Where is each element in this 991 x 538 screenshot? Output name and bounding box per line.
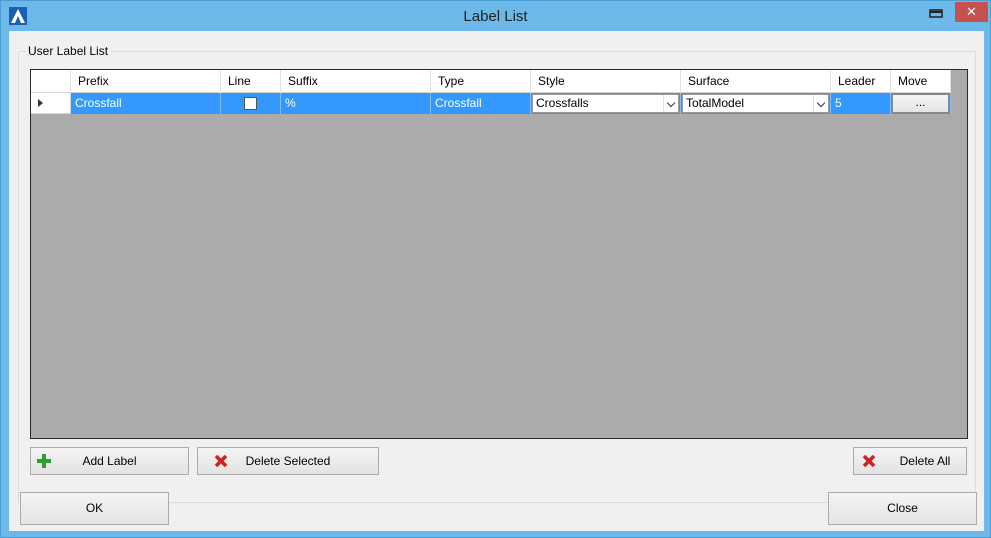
move-button[interactable]: ... <box>892 94 949 113</box>
delete-selected-button-label: Delete Selected <box>245 454 331 468</box>
delete-all-button[interactable]: Delete All <box>853 447 967 475</box>
chevron-down-icon[interactable] <box>663 95 678 112</box>
window-title: Label List <box>463 8 528 25</box>
style-dropdown[interactable]: Crossfalls <box>532 94 679 113</box>
plus-icon <box>37 454 51 468</box>
ok-button[interactable]: OK <box>20 492 169 525</box>
red-x-icon <box>862 454 876 468</box>
delete-all-button-label: Delete All <box>899 454 951 468</box>
cell-surface: TotalModel <box>681 93 831 114</box>
add-label-button[interactable]: Add Label <box>30 447 189 475</box>
surface-dropdown-value: TotalModel <box>686 96 745 110</box>
surface-dropdown[interactable]: TotalModel <box>682 94 829 113</box>
chevron-down-icon[interactable] <box>813 95 828 112</box>
cell-move: ... <box>891 93 951 114</box>
column-header-line[interactable]: Line <box>221 70 281 93</box>
column-header-move[interactable]: Move <box>891 70 951 93</box>
cell-line[interactable] <box>221 93 281 114</box>
column-header-type[interactable]: Type <box>431 70 531 93</box>
style-dropdown-value: Crossfalls <box>536 96 589 110</box>
delete-selected-button[interactable]: Delete Selected <box>197 447 379 475</box>
line-checkbox[interactable] <box>244 97 257 110</box>
column-header-prefix[interactable]: Prefix <box>71 70 221 93</box>
column-header-style[interactable]: Style <box>531 70 681 93</box>
row-selector[interactable] <box>31 93 71 114</box>
current-row-arrow-icon <box>38 99 43 107</box>
group-label: User Label List <box>26 44 111 58</box>
label-grid[interactable]: Prefix Line Suffix Type Style Surface Le… <box>30 69 968 439</box>
close-button[interactable]: Close <box>828 492 977 525</box>
label-list-window: Label List ✕ User Label List Prefix Line… <box>0 0 991 538</box>
table-row[interactable]: Crossfall % Crossfall Crossfalls TotalMo… <box>31 93 951 114</box>
add-label-button-label: Add Label <box>82 454 137 468</box>
column-header-suffix[interactable]: Suffix <box>281 70 431 93</box>
column-header-surface[interactable]: Surface <box>681 70 831 93</box>
title-bar[interactable]: Label List ✕ <box>1 1 990 31</box>
column-header-leader[interactable]: Leader <box>831 70 891 93</box>
dialog-body: User Label List Prefix Line Suffix Type … <box>9 31 984 531</box>
cell-type[interactable]: Crossfall <box>431 93 531 114</box>
cell-suffix[interactable]: % <box>281 93 431 114</box>
cell-leader[interactable]: 5 <box>831 93 891 114</box>
window-close-button[interactable]: ✕ <box>955 2 988 22</box>
restore-icon[interactable] <box>921 5 953 23</box>
grid-header: Prefix Line Suffix Type Style Surface Le… <box>31 70 951 93</box>
row-header-corner <box>31 70 71 93</box>
cell-prefix[interactable]: Crossfall <box>71 93 221 114</box>
cell-style: Crossfalls <box>531 93 681 114</box>
red-x-icon <box>214 454 228 468</box>
